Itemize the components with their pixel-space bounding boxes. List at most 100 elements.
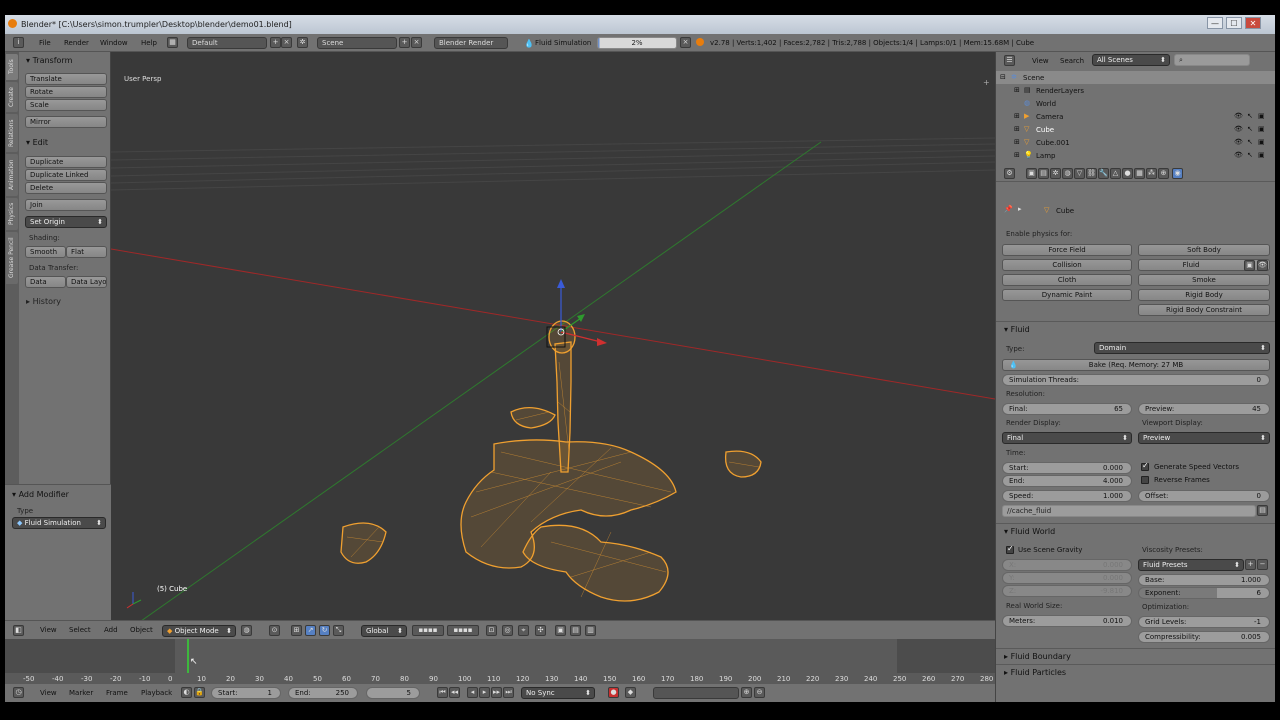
current-frame-field[interactable]: 5	[366, 687, 420, 699]
outliner-row-cube[interactable]: ⊞ ▽ Cube 👁 ↖ ▣	[996, 123, 1275, 136]
rigid-body-button[interactable]: Rigid Body	[1138, 289, 1270, 301]
snap-icon[interactable]: ⌖	[518, 625, 529, 636]
remove-scene-icon[interactable]: ×	[411, 37, 422, 48]
manipulator-icon[interactable]: ⊞	[291, 625, 302, 636]
jump-end-icon[interactable]: ⏭	[503, 687, 514, 698]
render-display-select[interactable]: Final ⬍	[1002, 432, 1132, 444]
timeline-menu-frame[interactable]: Frame	[106, 689, 128, 697]
jump-next-key-icon[interactable]: ▸▸	[491, 687, 502, 698]
visibility-eye-icon[interactable]: 👁	[1234, 138, 1243, 146]
add-preset-icon[interactable]: +	[1245, 559, 1256, 570]
history-header[interactable]: ▸ History	[26, 297, 61, 306]
tab-relations[interactable]: Relations	[6, 114, 18, 152]
render-animation-icon[interactable]: ▤	[570, 625, 581, 636]
cancel-job-icon[interactable]: ×	[680, 37, 691, 48]
cache-path-input[interactable]: //cache_fluid	[1002, 505, 1256, 517]
cloth-button[interactable]: Cloth	[1002, 274, 1132, 286]
edit-header[interactable]: ▾ Edit	[26, 138, 48, 147]
speed-field[interactable]: Speed: 1.000	[1002, 490, 1132, 502]
smoke-button[interactable]: Smoke	[1138, 274, 1270, 286]
reverse-frames-checkbox[interactable]	[1141, 476, 1149, 484]
generate-speed-checkbox[interactable]	[1141, 461, 1149, 471]
final-resolution-field[interactable]: Final: 65	[1002, 403, 1132, 415]
tab-animation[interactable]: Animation	[6, 154, 18, 196]
close-button[interactable]: ✕	[1245, 17, 1261, 29]
fluid-settings-icon[interactable]: ▣	[1244, 260, 1255, 271]
bake-button[interactable]: 💧 Bake (Req. Memory: 27 MB	[1002, 359, 1270, 371]
flat-button[interactable]: Flat	[66, 246, 107, 258]
visibility-eye-icon[interactable]: 👁	[1234, 112, 1243, 120]
rigid-body-constraint-button[interactable]: Rigid Body Constraint	[1138, 304, 1270, 316]
mode-select[interactable]: ◆ Object Mode ⬍	[162, 625, 236, 637]
collision-button[interactable]: Collision	[1002, 259, 1132, 271]
scene-icon[interactable]: ✲	[297, 37, 308, 48]
lock-range-icon[interactable]: 🔒	[194, 687, 205, 698]
editor-type-icon[interactable]: i	[13, 37, 24, 48]
modifier-type-select[interactable]: ◆ Fluid Simulation ⬍	[12, 517, 106, 529]
duplicate-button[interactable]: Duplicate	[25, 156, 107, 168]
outliner-menu-search[interactable]: Search	[1060, 57, 1084, 65]
add-layout-icon[interactable]: +	[270, 37, 281, 48]
end-frame-field[interactable]: End: 250	[288, 687, 358, 699]
pivot-icon[interactable]: ⊙	[269, 625, 280, 636]
display-mode-select[interactable]: All Scenes ⬍	[1092, 54, 1170, 66]
editor-type-outliner-icon[interactable]: ☰	[1004, 55, 1015, 66]
fluid-world-panel-header[interactable]: ▾ Fluid World	[996, 523, 1275, 537]
viewport-display-select[interactable]: Preview ⬍	[1138, 432, 1270, 444]
play-reverse-icon[interactable]: ◂	[467, 687, 478, 698]
editor-type-properties-icon[interactable]: ⚙	[1004, 168, 1015, 179]
compressibility-field[interactable]: Compressibility: 0.005	[1138, 631, 1270, 643]
opengl-render-icon[interactable]: ▥	[585, 625, 596, 636]
soft-body-button[interactable]: Soft Body	[1138, 244, 1270, 256]
menu-file[interactable]: File	[39, 39, 51, 47]
jump-prev-key-icon[interactable]: ◂◂	[449, 687, 460, 698]
modifiers-tab-icon[interactable]: 🔧	[1098, 168, 1109, 179]
scale-manipulator-icon[interactable]: ⤡	[333, 625, 344, 636]
texture-tab-icon[interactable]: ▦	[1134, 168, 1145, 179]
outliner-row-cube001[interactable]: ⊞ ▽ Cube.001 👁 ↖ ▣	[996, 136, 1275, 149]
visibility-eye-icon[interactable]: 👁	[1234, 125, 1243, 133]
remove-preset-icon[interactable]: −	[1257, 559, 1268, 570]
render-camera-icon[interactable]: ▣	[1258, 125, 1265, 133]
delete-keyframe-icon[interactable]: ⊖	[754, 687, 765, 698]
viewport-corner-plus-icon[interactable]: +	[983, 78, 990, 87]
physics-tab-active-icon[interactable]: ◉	[1172, 168, 1183, 179]
fluid-type-select[interactable]: Domain ⬍	[1094, 342, 1270, 354]
viscosity-base-field[interactable]: Base: 1.000	[1138, 574, 1270, 586]
maximize-button[interactable]: ☐	[1226, 17, 1242, 29]
join-button[interactable]: Join	[25, 199, 107, 211]
snap-target-icon[interactable]: ✣	[535, 625, 546, 636]
file-browser-icon[interactable]: ▤	[1257, 505, 1268, 516]
sync-select[interactable]: No Sync ⬍	[521, 687, 595, 699]
layers-icon-2[interactable]: ▪▪▪▪	[447, 625, 479, 636]
constraints-tab-icon[interactable]: ⛓	[1086, 168, 1097, 179]
rotate-manipulator-icon[interactable]: ↻	[319, 625, 330, 636]
translate-button[interactable]: Translate	[25, 73, 107, 85]
scene-field[interactable]: Scene	[317, 37, 397, 49]
fluid-panel-header[interactable]: ▾ Fluid	[996, 321, 1275, 335]
rotate-button[interactable]: Rotate	[25, 86, 107, 98]
visibility-eye-icon[interactable]: 👁	[1234, 151, 1243, 159]
layout-field[interactable]: Default	[187, 37, 267, 49]
mirror-button[interactable]: Mirror	[25, 116, 107, 128]
outliner-row-lamp[interactable]: ⊞ 💡 Lamp 👁 ↖ ▣	[996, 149, 1275, 162]
menu-add[interactable]: Add	[104, 626, 118, 634]
force-field-button[interactable]: Force Field	[1002, 244, 1132, 256]
auto-keying-icon[interactable]: ●	[608, 687, 619, 698]
keying-set-icon[interactable]: ◆	[625, 687, 636, 698]
physics-tab-icon[interactable]: ⊕	[1158, 168, 1169, 179]
viscosity-exponent-field[interactable]: Exponent: 6	[1138, 587, 1270, 599]
select-arrow-icon[interactable]: ↖	[1247, 138, 1253, 146]
material-tab-icon[interactable]: ●	[1122, 168, 1133, 179]
tab-tools[interactable]: Tools	[6, 54, 18, 80]
editor-type-timeline-icon[interactable]: ◷	[13, 687, 24, 698]
pin-icon[interactable]: 📌	[1004, 205, 1013, 213]
data-tab-icon[interactable]: △	[1110, 168, 1121, 179]
dynamic-paint-button[interactable]: Dynamic Paint	[1002, 289, 1132, 301]
menu-render[interactable]: Render	[64, 39, 89, 47]
current-frame-marker[interactable]	[187, 639, 189, 673]
outliner-menu-view[interactable]: View	[1032, 57, 1049, 65]
layers-tab-icon[interactable]: ▤	[1038, 168, 1049, 179]
meters-field[interactable]: Meters: 0.010	[1002, 615, 1132, 627]
tab-physics[interactable]: Physics	[6, 198, 18, 230]
